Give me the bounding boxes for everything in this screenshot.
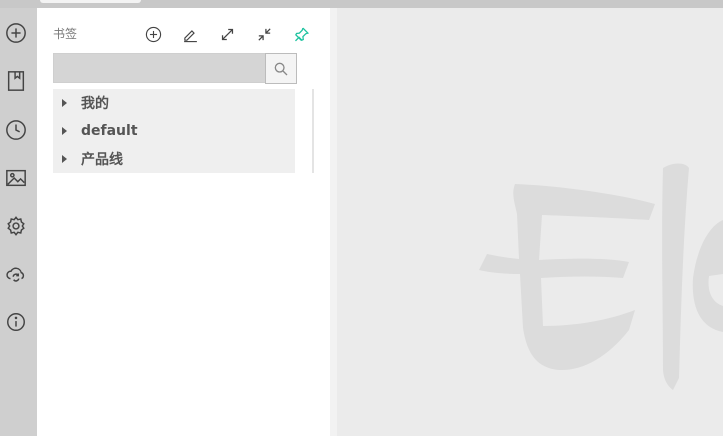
history-clock-icon[interactable]: [4, 118, 28, 142]
panel-title: 书签: [53, 27, 78, 41]
edit-pencil-icon[interactable]: [180, 24, 200, 44]
tree-item-label: 我的: [81, 96, 109, 112]
tree-item-label: default: [81, 123, 138, 139]
add-bookmark-icon[interactable]: [143, 24, 163, 44]
left-icon-rail: [0, 8, 37, 436]
pin-icon[interactable]: [291, 24, 311, 44]
panel-splitter[interactable]: [330, 8, 337, 436]
cloud-sync-icon[interactable]: [4, 262, 28, 286]
tree-item-mine[interactable]: 我的: [53, 89, 295, 117]
caret-right-icon[interactable]: [62, 155, 67, 163]
caret-right-icon[interactable]: [62, 127, 67, 135]
bookmark-icon[interactable]: [4, 69, 28, 93]
bookmark-panel: 书签 我的 default 产品线: [37, 8, 330, 436]
image-icon[interactable]: [4, 166, 28, 190]
tree-item-default[interactable]: default: [53, 117, 295, 145]
main-content-area: [337, 8, 723, 436]
watermark-logo: [479, 163, 723, 390]
tree-item-product-line[interactable]: 产品线: [53, 145, 295, 173]
bookmark-search-input[interactable]: [53, 53, 265, 83]
tree-scrollbar[interactable]: [312, 89, 314, 173]
bookmark-tree: 我的 default 产品线: [53, 89, 295, 173]
caret-right-icon[interactable]: [62, 99, 67, 107]
expand-icon[interactable]: [217, 24, 237, 44]
active-top-tab[interactable]: [40, 0, 141, 3]
search-button[interactable]: [265, 53, 297, 84]
top-tab-strip: [0, 0, 723, 8]
app-window: 书签 我的 default 产品线: [0, 0, 723, 436]
info-icon[interactable]: [4, 310, 28, 334]
settings-gear-icon[interactable]: [4, 214, 28, 238]
tree-item-label: 产品线: [81, 152, 123, 168]
collapse-icon[interactable]: [254, 24, 274, 44]
add-circle-icon[interactable]: [4, 21, 28, 45]
search-icon: [274, 62, 288, 75]
